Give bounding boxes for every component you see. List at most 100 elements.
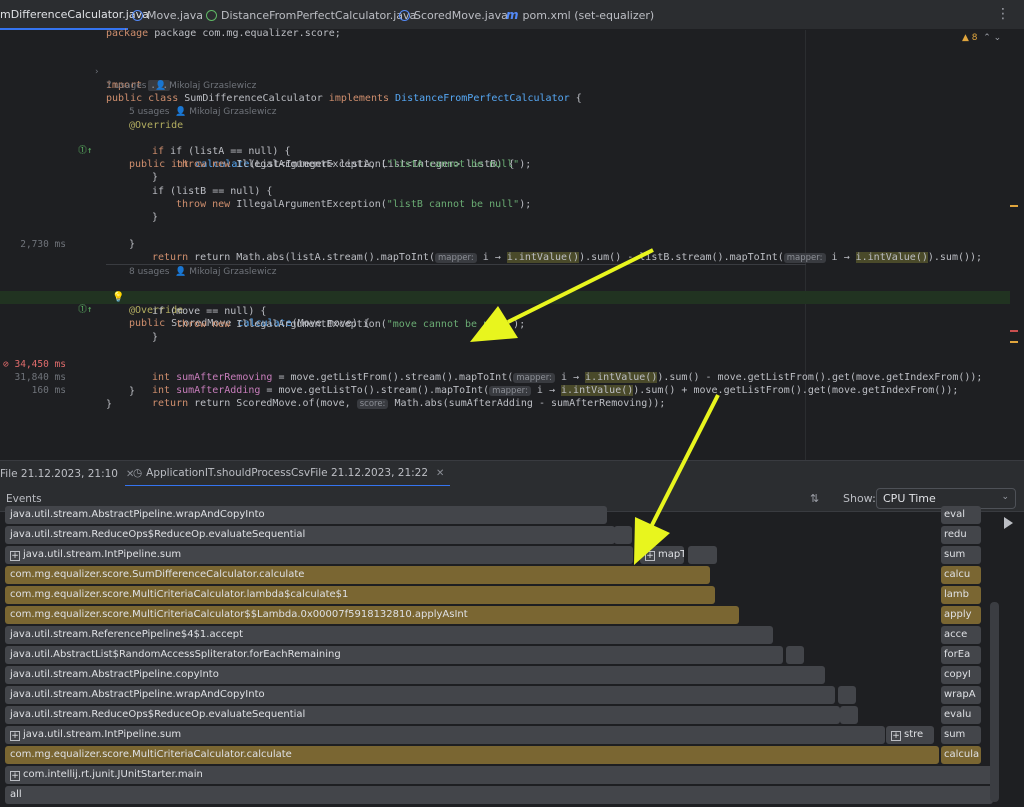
chevron-down-icon: ⌄ xyxy=(1001,492,1009,502)
sort-icon[interactable]: ⇅ xyxy=(810,492,819,505)
flame-frame-side[interactable]: redu xyxy=(941,526,981,544)
tab-sum-difference-calculator[interactable]: mDifferenceCalculator.java xyxy=(0,0,149,30)
flame-frame-side[interactable]: evalu xyxy=(941,706,981,724)
editor-tab-bar: mDifferenceCalculator.java Move.java Dis… xyxy=(0,0,1024,30)
tab-pom[interactable]: m pom.xml (set-equalizer) xyxy=(506,0,654,30)
tab-move[interactable]: Move.java xyxy=(132,0,203,30)
usage-hint[interactable]: 5 usages 👤 Mikolaj Grzaslewicz xyxy=(0,106,1010,119)
override-annotation: @Override xyxy=(129,120,184,131)
code-line: throw new IllegalArgumentException("list… xyxy=(176,199,532,210)
flame-frame-label: java.util.stream.ReferencePipeline$4$1.a… xyxy=(10,629,244,640)
package-line: package package com.mg.equalizer.score; xyxy=(106,28,341,39)
flame-frame[interactable]: + stre xyxy=(886,726,934,744)
flame-frame-side[interactable]: forEa xyxy=(941,646,981,664)
tab-scored-move[interactable]: ScoredMove.java xyxy=(399,0,508,30)
flame-frame-side[interactable]: apply xyxy=(941,606,981,624)
code-line: if if (listA == null) { xyxy=(152,146,291,157)
profiler-tab-application-it[interactable]: ◷ ApplicationIT.shouldProcessCsvFile 21.… xyxy=(125,461,451,487)
close-icon[interactable]: ✕ xyxy=(436,468,444,479)
flame-frame-label: mapTo xyxy=(658,549,684,560)
flame-frame[interactable]: java.util.stream.AbstractPipeline.wrapAn… xyxy=(5,686,835,704)
flame-frame[interactable]: java.util.stream.ReduceOps$ReduceOp.eval… xyxy=(5,706,840,724)
expand-icon[interactable]: + xyxy=(891,731,901,741)
show-label: Show: xyxy=(843,492,876,505)
code-line: } xyxy=(152,172,159,183)
flame-frame-side[interactable]: sum xyxy=(941,726,981,744)
flame-frame[interactable]: com.mg.equalizer.score.MultiCriteriaCalc… xyxy=(5,606,739,624)
flame-frame-label: java.util.stream.AbstractPipeline.wrapAn… xyxy=(10,509,265,520)
tab-label: File 21.12.2023, 21:10 xyxy=(0,468,118,480)
maven-icon: m xyxy=(506,8,519,22)
flame-frame-label: stre xyxy=(904,729,924,740)
flame-frame[interactable]: com.mg.equalizer.score.MultiCriteriaCalc… xyxy=(5,586,715,604)
code-editor[interactable]: ▲ 8 ⌃ ⌄ package package com.mg.equalizer… xyxy=(0,28,1024,460)
code-line: return return Math.abs(listA.stream().ma… xyxy=(152,252,983,263)
flame-frame[interactable]: java.util.stream.AbstractPipeline.copyIn… xyxy=(5,666,825,684)
flame-frame-side[interactable]: acce xyxy=(941,626,981,644)
expand-right-icon[interactable] xyxy=(1004,517,1013,529)
flame-frame[interactable]: java.util.AbstractList$RandomAccessSplit… xyxy=(5,646,783,664)
flame-frame-label: all xyxy=(10,789,22,800)
expand-icon[interactable]: + xyxy=(645,551,655,561)
profiler-tab-bar: File 21.12.2023, 21:10 ✕ ◷ ApplicationIT… xyxy=(0,460,1024,487)
tab-distance-from-perfect-calculator[interactable]: DistanceFromPerfectCalculator.java xyxy=(206,0,416,30)
flame-frame[interactable]: + java.util.stream.IntPipeline.sum xyxy=(5,726,885,744)
flame-graph[interactable]: java.util.stream.AbstractPipeline.wrapAn… xyxy=(0,506,1024,807)
flame-frame-side[interactable]: sum xyxy=(941,546,981,564)
flame-frame-label: java.util.stream.IntPipeline.sum xyxy=(23,549,182,560)
code-line: } xyxy=(129,239,136,250)
tab-label: ApplicationIT.shouldProcessCsvFile 21.12… xyxy=(146,467,429,479)
flame-frame[interactable]: +mapTo xyxy=(640,546,684,564)
flame-frame-side[interactable]: calcu xyxy=(941,566,981,584)
class-declaration: public class SumDifferenceCalculator imp… xyxy=(106,93,582,104)
tab-label: ScoredMove.java xyxy=(414,8,508,22)
flame-frame[interactable]: all xyxy=(5,786,993,804)
flame-frame[interactable]: com.mg.equalizer.score.SumDifferenceCalc… xyxy=(5,566,710,584)
flame-frame-label: com.intellij.rt.junit.JUnitStarter.main xyxy=(23,769,203,780)
flame-frame-small[interactable] xyxy=(699,546,717,564)
flame-frame-label: java.util.stream.AbstractPipeline.copyIn… xyxy=(10,669,219,680)
tab-label: DistanceFromPerfectCalculator.java xyxy=(221,8,417,22)
code-line: } xyxy=(152,212,159,223)
code-line: } xyxy=(129,386,136,397)
tab-label: Move.java xyxy=(147,8,204,22)
record-icon xyxy=(399,9,410,21)
expand-icon[interactable]: + xyxy=(10,551,20,561)
flame-frame[interactable]: java.util.stream.ReferencePipeline$4$1.a… xyxy=(5,626,773,644)
flame-frame[interactable]: + java.util.stream.IntPipeline.sum xyxy=(5,546,633,564)
flame-frame-label: com.mg.equalizer.score.SumDifferenceCalc… xyxy=(10,569,305,580)
flame-frame-small[interactable] xyxy=(614,526,632,544)
flame-frame[interactable]: java.util.stream.AbstractPipeline.wrapAn… xyxy=(5,506,607,524)
profiler-tab-file[interactable]: File 21.12.2023, 21:10 ✕ xyxy=(0,461,134,487)
code-line: if (move == null) { xyxy=(152,306,267,317)
flame-frame-label: java.util.stream.ReduceOps$ReduceOp.eval… xyxy=(10,529,306,540)
flame-frame-label: java.util.AbstractList$RandomAccessSplit… xyxy=(10,649,341,660)
show-dropdown-value: CPU Time xyxy=(883,492,936,505)
flame-frame-label: java.util.stream.ReduceOps$ReduceOp.eval… xyxy=(10,709,306,720)
flame-frame-side[interactable]: copyI xyxy=(941,666,981,684)
fold-chevron-icon[interactable]: › xyxy=(94,66,99,79)
more-tabs-icon[interactable]: ⋮ xyxy=(996,6,1010,22)
flame-frame-label: java.util.stream.IntPipeline.sum xyxy=(23,729,182,740)
flame-frame-small[interactable] xyxy=(786,646,804,664)
flame-frame[interactable]: com.mg.equalizer.score.MultiCriteriaCalc… xyxy=(5,746,939,764)
flame-frame-small[interactable] xyxy=(840,706,858,724)
code-line: } xyxy=(106,399,113,410)
code-line: throw new IllegalArgumentException("move… xyxy=(176,319,526,330)
expand-icon[interactable]: + xyxy=(10,771,20,781)
flame-frame[interactable]: + com.intellij.rt.junit.JUnitStarter.main xyxy=(5,766,993,784)
code-line: } xyxy=(152,332,159,343)
flame-frame[interactable]: java.util.stream.ReduceOps$ReduceOp.eval… xyxy=(5,526,615,544)
expand-icon[interactable]: + xyxy=(10,731,20,741)
flame-scrollbar[interactable] xyxy=(990,602,999,802)
clock-icon: ◷ xyxy=(133,467,143,479)
flame-frame-side[interactable]: wrapA xyxy=(941,686,981,704)
flame-frame-side[interactable]: eval xyxy=(941,506,981,524)
tab-label: pom.xml (set-equalizer) xyxy=(522,8,655,22)
code-line: throw new IllegalArgumentException("list… xyxy=(176,159,532,170)
flame-frame-side[interactable]: lamb xyxy=(941,586,981,604)
tab-label: mDifferenceCalculator.java xyxy=(0,7,149,21)
flame-frame-small[interactable] xyxy=(838,686,856,704)
flame-frame-side[interactable]: calcula xyxy=(941,746,981,764)
class-icon xyxy=(132,9,143,21)
